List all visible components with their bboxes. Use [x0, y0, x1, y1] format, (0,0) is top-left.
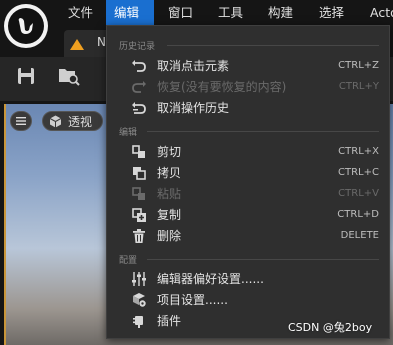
menu-item-label: 取消操作历史 — [157, 101, 230, 115]
menu-item-label: 剪切 — [157, 145, 182, 159]
edit-menu-dropdown: 历史记录 取消点击元素 CTRL+Z 恢复(没有要恢复的内容) CTRL+Y 取… — [106, 25, 390, 339]
sliders-icon — [132, 272, 146, 286]
menu-item-editor-preferences[interactable]: 编辑器偏好设置...... — [107, 269, 389, 289]
menu-item-duplicate[interactable]: 复制 CTRL+D — [107, 205, 389, 225]
menu-item-undo[interactable]: 取消点击元素 CTRL+Z — [107, 56, 389, 76]
menu-item-label: 恢复(没有要恢复的内容) — [157, 80, 287, 94]
menu-tools[interactable]: 工具 — [210, 0, 251, 25]
menu-item-shortcut: CTRL+C — [338, 167, 379, 178]
copy-icon — [133, 167, 146, 180]
paste-icon — [132, 187, 145, 200]
menu-window[interactable]: 窗口 — [160, 0, 201, 25]
plugin-icon — [133, 316, 143, 328]
perspective-button[interactable]: 透视 — [42, 111, 103, 131]
browse-button[interactable] — [58, 66, 82, 90]
menu-item-label: 编辑器偏好设置...... — [157, 272, 264, 286]
menu-item-shortcut: CTRL+Z — [338, 60, 379, 71]
viewport-menu-button[interactable] — [10, 111, 32, 131]
menu-item-cut[interactable]: 剪切 CTRL+X — [107, 142, 389, 162]
section-header-history: 历史记录 — [119, 42, 156, 52]
menu-item-undo-history[interactable]: 取消操作历史 — [107, 98, 389, 118]
menu-bar: 文件 编辑 窗口 工具 构建 选择 Acto — [0, 0, 393, 25]
trash-icon — [133, 229, 145, 243]
redo-icon — [132, 81, 146, 93]
section-divider — [167, 45, 379, 46]
menu-item-delete[interactable]: 删除 DELETE — [107, 226, 389, 246]
menu-item-label: 粘贴 — [157, 187, 182, 201]
menu-item-copy[interactable]: 拷贝 CTRL+C — [107, 163, 389, 183]
tab-label: N — [97, 35, 106, 49]
section-divider — [147, 131, 379, 132]
save-button[interactable] — [16, 66, 40, 90]
menu-item-label: 项目设置...... — [157, 293, 228, 307]
menu-item-label: 拷贝 — [157, 166, 182, 180]
menu-item-label: 删除 — [157, 229, 182, 243]
menu-actor[interactable]: Acto — [362, 0, 393, 25]
menu-item-label: 取消点击元素 — [157, 59, 230, 73]
section-divider — [147, 259, 379, 260]
menu-item-shortcut: CTRL+X — [338, 146, 379, 157]
hamburger-icon — [16, 117, 26, 125]
menu-file[interactable]: 文件 — [60, 0, 101, 25]
section-header-edit: 编辑 — [119, 128, 138, 138]
menu-item-redo[interactable]: 恢复(没有要恢复的内容) CTRL+Y — [107, 77, 389, 97]
history-icon — [132, 102, 146, 114]
menu-item-label: 插件 — [157, 314, 182, 328]
menu-item-project-settings[interactable]: 项目设置...... — [107, 290, 389, 310]
menu-item-label: 复制 — [157, 208, 182, 222]
project-settings-icon — [133, 293, 146, 307]
cube-icon — [49, 115, 62, 128]
menu-edit[interactable]: 编辑 — [106, 0, 154, 25]
menu-item-paste[interactable]: 粘贴 CTRL+V — [107, 184, 389, 204]
menu-build[interactable]: 构建 — [260, 0, 301, 25]
unreal-logo-icon[interactable] — [4, 4, 48, 48]
menu-item-shortcut: DELETE — [340, 230, 379, 241]
level-icon — [70, 39, 84, 50]
watermark-text: CSDN @兔2boy — [288, 321, 373, 334]
unreal-u-glyph — [18, 18, 33, 34]
menu-item-shortcut: CTRL+Y — [338, 81, 379, 92]
perspective-label: 透视 — [68, 115, 93, 129]
section-header-config: 配置 — [119, 256, 138, 266]
folder-search-icon — [59, 69, 80, 86]
undo-icon — [132, 60, 146, 72]
save-icon — [18, 68, 34, 84]
menu-select[interactable]: 选择 — [311, 0, 352, 25]
menu-item-shortcut: CTRL+V — [338, 188, 379, 199]
duplicate-icon — [132, 208, 146, 222]
menu-item-shortcut: CTRL+D — [337, 209, 379, 220]
cut-icon — [132, 145, 145, 158]
